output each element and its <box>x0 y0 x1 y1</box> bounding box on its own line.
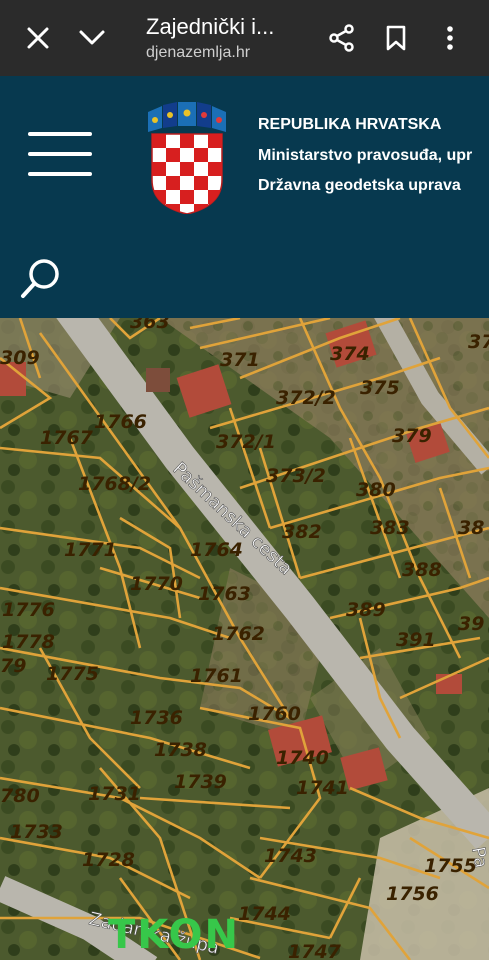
parcel-label: 388 <box>402 559 442 581</box>
parcel-label: 38 <box>458 517 484 539</box>
parcel-label: 391 <box>396 629 436 651</box>
parcel-label: 382 <box>282 521 322 543</box>
parcel-label: 389 <box>346 599 386 621</box>
parcel-label: 373/2 <box>266 465 326 487</box>
more-vert-icon[interactable] <box>426 14 474 62</box>
parcel-label: 37 <box>468 331 489 353</box>
parcel-label: 1763 <box>198 583 251 605</box>
parcel-label: 1760 <box>248 703 301 725</box>
parcel-label: 1778 <box>2 631 55 653</box>
road-label-pa: Pa <box>467 845 489 869</box>
croatian-coat-of-arms-logo <box>148 102 226 214</box>
parcel-label: 1741 <box>296 777 349 799</box>
parcel-label: 363 <box>130 318 170 333</box>
close-icon[interactable] <box>14 14 62 62</box>
site-header: REPUBLIKA HRVATSKA Ministarstvo pravosuđ… <box>0 76 489 318</box>
parcel-label: 1771 <box>64 539 117 561</box>
parcel-label: 1767 <box>40 427 94 449</box>
parcel-label: 1776 <box>2 599 55 621</box>
parcel-label: 1728 <box>82 849 135 871</box>
parcel-label: 1764 <box>190 539 243 561</box>
parcel-label: 1762 <box>212 623 265 645</box>
parcel-label: 372/1 <box>216 431 276 453</box>
share-icon[interactable] <box>318 14 366 62</box>
page-url[interactable]: djenazemlja.hr <box>146 44 250 62</box>
parcel-label: 1747 <box>288 941 342 960</box>
gov-line-1: REPUBLIKA HRVATSKA <box>258 116 442 133</box>
parcel-label: 1768/2 <box>78 473 151 495</box>
parcel-label: 780 <box>0 785 40 807</box>
gov-line-2: Ministarstvo pravosuđa, upr <box>258 147 473 164</box>
parcel-label: 1731 <box>88 783 141 805</box>
parcel-label: 1761 <box>190 665 243 687</box>
parcel-label: 1744 <box>238 903 291 925</box>
parcel-label: 1766 <box>94 411 147 433</box>
parcel-label: 372/2 <box>276 387 336 409</box>
parcel-label: 1770 <box>130 573 183 595</box>
parcel-label: 383 <box>370 517 410 539</box>
parcel-label: 375 <box>360 377 400 399</box>
page-title: Zajednički i... <box>146 14 275 39</box>
parcel-label: 1743 <box>264 845 317 867</box>
parcel-label: 1756 <box>386 883 439 905</box>
parcel-label: 1738 <box>154 739 207 761</box>
parcel-label: 374 <box>330 343 370 365</box>
search-icon[interactable] <box>18 256 64 302</box>
parcel-label: 1775 <box>46 663 99 685</box>
browser-toolbar: Zajednički i... djenazemlja.hr <box>0 0 489 76</box>
place-label-tkon: TKON <box>108 912 240 958</box>
parcel-label: 1733 <box>10 821 63 843</box>
parcel-label: 380 <box>356 479 396 501</box>
parcel-label: 79 <box>0 655 26 677</box>
parcel-label: 371 <box>220 349 260 371</box>
bookmark-icon[interactable] <box>372 14 420 62</box>
gov-line-3: Državna geodetska uprava <box>258 177 461 194</box>
parcel-label: 39 <box>458 613 484 635</box>
parcel-label: 1739 <box>174 771 227 793</box>
parcel-label: 379 <box>392 425 432 447</box>
parcel-label: 1736 <box>130 707 183 729</box>
parcel-label: 1740 <box>276 747 329 769</box>
chevron-down-icon[interactable] <box>68 14 116 62</box>
parcel-label: 309 <box>0 347 40 369</box>
menu-icon[interactable] <box>28 132 96 180</box>
cadastral-map[interactable]: 363 309 371 374 37 372/2 375 379 1766 37… <box>0 318 489 960</box>
